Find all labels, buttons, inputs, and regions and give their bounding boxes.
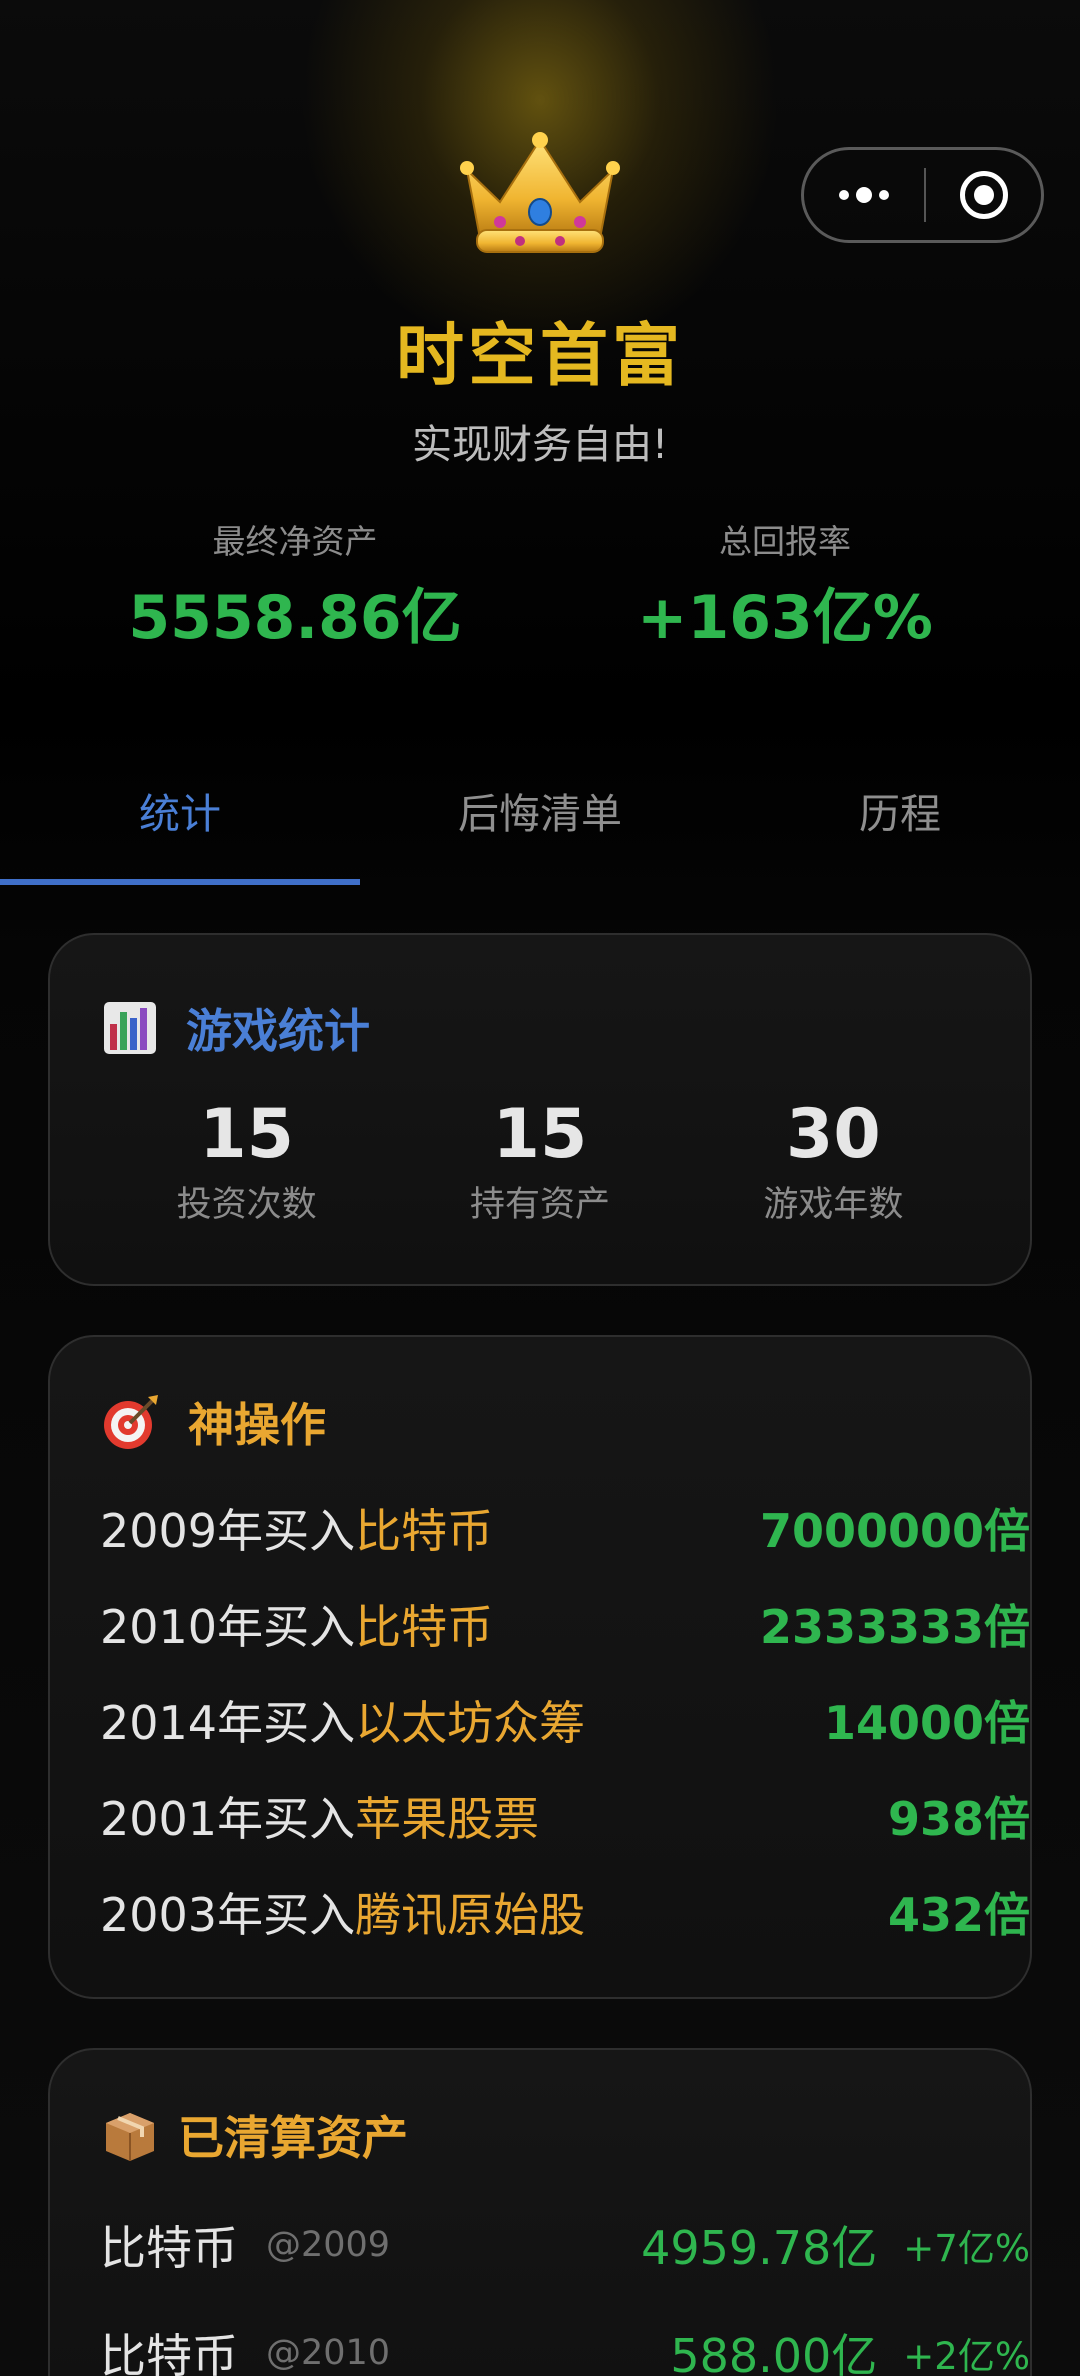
best-move-multiple: 7000000倍 xyxy=(759,1504,1030,1558)
tab-bar: 统计 后悔清单 历程 xyxy=(0,735,1080,885)
best-move-desc: 2009年买入比特币 xyxy=(100,1495,493,1561)
best-move-asset: 比特币 xyxy=(355,1600,494,1654)
best-move-row: 2009年买入比特币 7000000倍 xyxy=(100,1493,1030,1563)
liquidated-assets-card: 已清算资产 比特币 @2009 4959.78亿 +7亿% 比特币 @2010 … xyxy=(48,2048,1032,2376)
best-move-row: 2001年买入苹果股票 938倍 xyxy=(100,1781,1030,1851)
game-stats-header: 游戏统计 xyxy=(102,995,370,1061)
best-move-prefix: 2010年买入 xyxy=(100,1600,356,1654)
asset-amount: 588.00亿 xyxy=(670,2329,878,2376)
best-move-row: 2003年买入腾讯原始股 432倍 xyxy=(100,1877,1030,1947)
page: 时空首富 实现财务自由! 最终净资产 5558.86亿 总回报率 +163亿% … xyxy=(0,0,1080,2376)
package-box-icon xyxy=(106,2113,154,2161)
net-assets-label: 最终净资产 xyxy=(212,522,378,561)
best-move-row: 2014年买入以太坊众筹 14000倍 xyxy=(100,1685,1030,1755)
page-title: 时空首富 xyxy=(395,317,684,396)
best-move-asset: 比特币 xyxy=(355,1504,494,1558)
asset-year: @2010 xyxy=(266,2333,391,2373)
best-move-multiple: 2333333倍 xyxy=(759,1600,1030,1654)
stat-label: 投资次数 xyxy=(176,1185,317,1225)
active-tab-indicator xyxy=(0,879,360,885)
best-moves-title: 神操作 xyxy=(188,1398,326,1452)
bar-chart-icon xyxy=(104,1002,156,1054)
game-stats-title: 游戏统计 xyxy=(186,1004,370,1058)
best-move-row: 2010年买入比特币 2333333倍 xyxy=(100,1589,1030,1659)
tab-statistics[interactable]: 统计 xyxy=(0,735,360,885)
best-move-desc: 2010年买入比特币 xyxy=(100,1591,493,1657)
best-move-multiple: 432倍 xyxy=(887,1888,1030,1942)
tab-regret-list[interactable]: 后悔清单 xyxy=(360,735,720,885)
liquidated-row: 比特币 @2009 4959.78亿 +7亿% xyxy=(100,2210,1030,2280)
tab-statistics-label: 统计 xyxy=(139,790,221,838)
best-move-multiple: 14000倍 xyxy=(823,1696,1030,1750)
stat-investments: 15 投资次数 xyxy=(100,1095,393,1227)
asset-year: @2009 xyxy=(266,2225,391,2265)
crown-icon xyxy=(460,132,620,253)
best-move-asset: 腾讯原始股 xyxy=(355,1888,586,1942)
liquidated-title: 已清算资产 xyxy=(178,2111,408,2165)
asset-name: 比特币 xyxy=(100,2221,238,2275)
target-dart-icon xyxy=(104,1395,158,1449)
best-move-prefix: 2014年买入 xyxy=(100,1696,356,1750)
liquidated-header: 已清算资产 xyxy=(102,2102,408,2168)
more-button[interactable] xyxy=(804,150,924,240)
best-move-prefix: 2001年买入 xyxy=(100,1792,356,1846)
best-moves-card: 神操作 2009年买入比特币 7000000倍 2010年买入比特币 23333… xyxy=(48,1335,1032,1999)
asset-return: +2亿% xyxy=(903,2335,1030,2376)
best-move-asset: 苹果股票 xyxy=(355,1792,540,1846)
asset-name: 比特币 xyxy=(100,2329,238,2376)
best-move-asset: 以太坊众筹 xyxy=(355,1696,586,1750)
return-value: +163亿% xyxy=(637,583,933,653)
stat-value: 30 xyxy=(786,1095,881,1174)
tab-history[interactable]: 历程 xyxy=(720,735,1080,885)
stat-label: 游戏年数 xyxy=(763,1185,904,1225)
game-stats-card: 游戏统计 15 投资次数 15 持有资产 30 游戏年数 xyxy=(48,933,1032,1286)
stat-years: 30 游戏年数 xyxy=(687,1095,980,1227)
return-stat: 总回报率 +163亿% xyxy=(515,515,1055,656)
stat-holdings: 15 持有资产 xyxy=(393,1095,686,1227)
target-close-icon xyxy=(959,171,1008,219)
best-move-multiple: 938倍 xyxy=(887,1792,1030,1846)
close-button[interactable] xyxy=(926,150,1041,240)
tab-regret-list-label: 后悔清单 xyxy=(458,790,622,838)
best-move-desc: 2003年买入腾讯原始股 xyxy=(100,1879,585,1945)
best-move-prefix: 2003年买入 xyxy=(100,1888,356,1942)
net-assets-stat: 最终净资产 5558.86亿 xyxy=(25,515,565,656)
game-stats-values: 15 投资次数 15 持有资产 30 游戏年数 xyxy=(50,1095,1030,1227)
asset-amount: 4959.78亿 xyxy=(641,2221,878,2275)
more-dots-icon xyxy=(839,187,889,203)
stat-value: 15 xyxy=(199,1095,294,1174)
best-move-desc: 2014年买入以太坊众筹 xyxy=(100,1687,585,1753)
page-subtitle: 实现财务自由! xyxy=(411,422,669,468)
tab-history-label: 历程 xyxy=(859,790,941,838)
net-assets-value: 5558.86亿 xyxy=(128,583,462,653)
liquidated-row: 比特币 @2010 588.00亿 +2亿% xyxy=(100,2318,1030,2376)
return-label: 总回报率 xyxy=(719,522,851,561)
stat-value: 15 xyxy=(492,1095,588,1174)
best-move-prefix: 2009年买入 xyxy=(100,1504,356,1558)
best-moves-header: 神操作 xyxy=(102,1389,326,1455)
miniprogram-capsule xyxy=(801,147,1044,243)
asset-return: +7亿% xyxy=(903,2227,1030,2270)
stat-label: 持有资产 xyxy=(469,1185,610,1225)
best-move-desc: 2001年买入苹果股票 xyxy=(100,1783,539,1849)
